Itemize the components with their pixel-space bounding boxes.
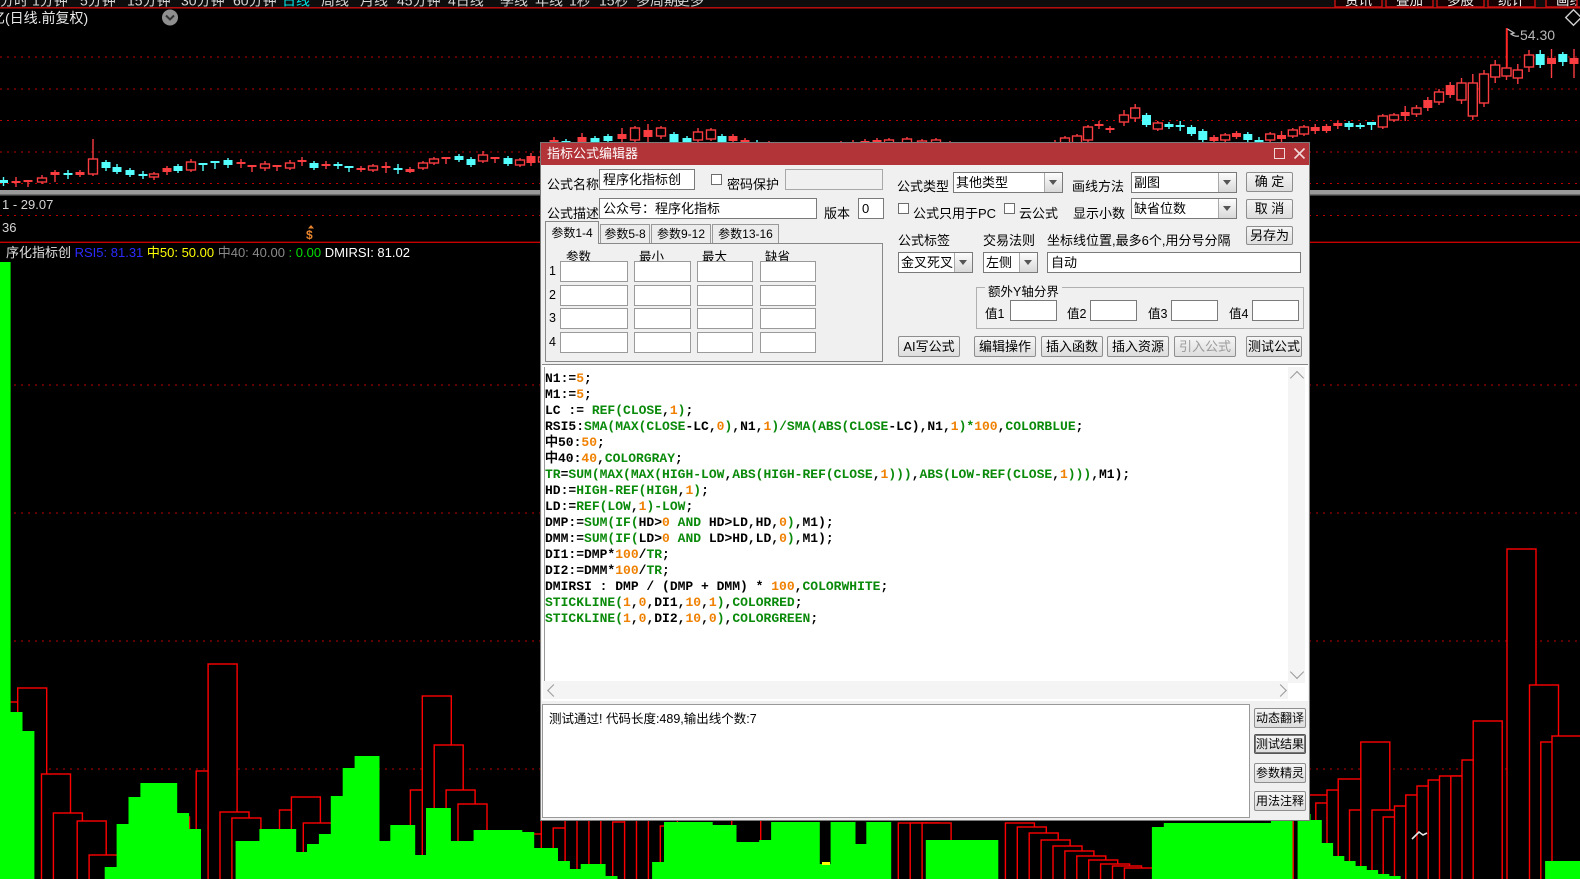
svg-text:统计: 统计	[1498, 0, 1525, 8]
svg-text:54.30: 54.30	[1520, 27, 1555, 43]
svg-text:序化指标创 RSI5: 81.31 中50: 50.00: 序化指标创 RSI5: 81.31 中50: 50.00 中40: 40.00 …	[6, 245, 410, 260]
svg-text:$: $	[306, 228, 313, 242]
svg-text:36: 36	[2, 220, 16, 235]
svg-text:1 - 29.07: 1 - 29.07	[2, 197, 53, 212]
svg-text:叠加: 叠加	[1396, 0, 1423, 8]
svg-text:资讯: 资讯	[1345, 0, 1373, 8]
svg-text:亿(日线.前复权): 亿(日线.前复权)	[0, 10, 88, 26]
svg-text:多股: 多股	[1447, 0, 1475, 8]
